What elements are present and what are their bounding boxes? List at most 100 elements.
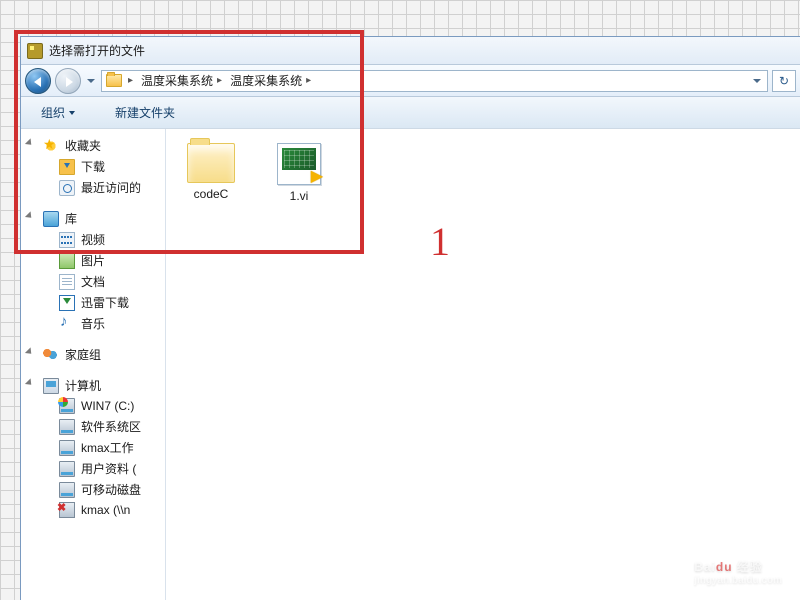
group-label: 家庭组	[65, 346, 101, 363]
network-drive-icon	[59, 502, 75, 518]
watermark-paw-icon	[730, 520, 770, 550]
dialog-body: 收藏夹 下载 最近访问的 库 视频 图片 文档 迅雷下载 音乐	[21, 129, 800, 600]
group-header-favorites[interactable]: 收藏夹	[21, 135, 165, 156]
sidebar-item-label: 可移动磁盘	[81, 481, 141, 498]
sidebar-item-drive-user[interactable]: 用户资料 (	[21, 458, 165, 479]
watermark-text: du	[716, 560, 733, 574]
file-open-dialog: 选择需打开的文件 ▸ 温度采集系统 ▸ 温度采集系统 ▸ ↻ 组织 新建文件夹 收藏…	[20, 36, 800, 600]
group-header-computer[interactable]: 计算机	[21, 375, 165, 396]
refresh-icon: ↻	[779, 74, 789, 88]
group-favorites: 收藏夹 下载 最近访问的	[21, 135, 165, 198]
group-label: 收藏夹	[65, 137, 101, 154]
sidebar-item-music[interactable]: 音乐	[21, 313, 165, 334]
watermark-text: 经验	[737, 560, 763, 574]
app-icon	[27, 43, 43, 59]
address-bar[interactable]: ▸ 温度采集系统 ▸ 温度采集系统 ▸	[101, 70, 768, 92]
vi-file-icon	[277, 143, 321, 185]
sidebar-item-label: 视频	[81, 231, 105, 248]
breadcrumb-label: 温度采集系统	[141, 72, 213, 89]
sidebar-item-video[interactable]: 视频	[21, 229, 165, 250]
recent-icon	[59, 180, 75, 196]
sidebar-item-label: 软件系统区	[81, 418, 141, 435]
drive-icon	[59, 398, 75, 414]
sidebar-item-drive-soft[interactable]: 软件系统区	[21, 416, 165, 437]
group-header-libraries[interactable]: 库	[21, 208, 165, 229]
sidebar-item-label: WIN7 (C:)	[81, 399, 134, 413]
drive-icon	[59, 440, 75, 456]
group-homegroup: 家庭组	[21, 344, 165, 365]
chevron-right-icon: ▸	[217, 75, 222, 86]
sidebar-item-label: 音乐	[81, 315, 105, 332]
forward-button[interactable]	[55, 68, 81, 94]
chevron-down-icon	[69, 111, 75, 115]
computer-icon	[43, 378, 59, 394]
watermark: Baidu 经验 jingyan.baidu.com	[694, 558, 782, 586]
sidebar-item-label: 下载	[81, 158, 105, 175]
sidebar-item-drive-c[interactable]: WIN7 (C:)	[21, 396, 165, 416]
expand-icon	[25, 138, 34, 147]
toolbar-label: 组织	[41, 104, 65, 121]
group-label: 计算机	[65, 377, 101, 394]
sidebar-item-recent[interactable]: 最近访问的	[21, 177, 165, 198]
sidebar-item-label: kmax (\\n	[81, 503, 130, 517]
sidebar-item-drive-kmax[interactable]: kmax工作	[21, 437, 165, 458]
sidebar-item-pictures[interactable]: 图片	[21, 250, 165, 271]
breadcrumb-seg2[interactable]: 温度采集系统 ▸	[228, 72, 313, 89]
download-icon	[59, 159, 75, 175]
picture-icon	[59, 253, 75, 269]
star-icon	[43, 138, 59, 154]
sidebar-item-label: 最近访问的	[81, 179, 141, 196]
sidebar-item-downloads[interactable]: 下载	[21, 156, 165, 177]
navigation-bar: ▸ 温度采集系统 ▸ 温度采集系统 ▸ ↻	[21, 65, 800, 97]
titlebar: 选择需打开的文件	[21, 37, 800, 65]
refresh-button[interactable]: ↻	[773, 71, 795, 91]
drive-icon	[59, 419, 75, 435]
folder-icon	[106, 74, 122, 87]
video-icon	[59, 232, 75, 248]
watermark-text: Bai	[694, 560, 716, 574]
back-button[interactable]	[25, 68, 51, 94]
toolbar: 组织 新建文件夹	[21, 97, 800, 129]
music-icon	[59, 316, 75, 332]
file-item-folder[interactable]: codeC	[176, 143, 246, 201]
address-dropdown[interactable]	[751, 69, 763, 93]
group-computer: 计算机 WIN7 (C:) 软件系统区 kmax工作 用户资料 ( 可移动磁盘 …	[21, 375, 165, 520]
library-icon	[43, 211, 59, 227]
folder-icon	[187, 143, 235, 183]
breadcrumb-label: 温度采集系统	[230, 72, 302, 89]
sidebar-item-xunlei[interactable]: 迅雷下载	[21, 292, 165, 313]
group-header-homegroup[interactable]: 家庭组	[21, 344, 165, 365]
xunlei-icon	[59, 295, 75, 311]
sidebar-item-label: 文档	[81, 273, 105, 290]
refresh-group: ↻	[772, 70, 796, 92]
sidebar-item-label: kmax工作	[81, 439, 134, 456]
chevron-right-icon: ▸	[306, 75, 311, 86]
history-dropdown[interactable]	[85, 69, 97, 93]
homegroup-icon	[43, 347, 59, 363]
breadcrumb-seg1[interactable]: 温度采集系统 ▸	[139, 72, 224, 89]
expand-icon	[25, 211, 34, 220]
expand-icon	[25, 378, 34, 387]
sidebar-item-label: 用户资料 (	[81, 460, 136, 477]
file-label: 1.vi	[290, 189, 309, 203]
group-libraries: 库 视频 图片 文档 迅雷下载 音乐	[21, 208, 165, 334]
drive-icon	[59, 482, 75, 498]
drive-icon	[59, 461, 75, 477]
chevron-right-icon: ▸	[128, 75, 133, 86]
sidebar-item-label: 图片	[81, 252, 105, 269]
watermark-sub: jingyan.baidu.com	[694, 575, 782, 586]
sidebar-item-documents[interactable]: 文档	[21, 271, 165, 292]
nav-sidebar: 收藏夹 下载 最近访问的 库 视频 图片 文档 迅雷下载 音乐	[21, 129, 166, 600]
group-label: 库	[65, 210, 77, 227]
file-list-pane[interactable]: codeC 1.vi	[166, 129, 800, 600]
file-item-vi[interactable]: 1.vi	[264, 143, 334, 203]
toolbar-label: 新建文件夹	[115, 104, 175, 121]
sidebar-item-drive-network[interactable]: kmax (\\n	[21, 500, 165, 520]
window-title: 选择需打开的文件	[49, 42, 145, 59]
sidebar-item-drive-removable[interactable]: 可移动磁盘	[21, 479, 165, 500]
chevron-down-icon	[753, 79, 761, 83]
breadcrumb-sep[interactable]: ▸	[126, 75, 135, 86]
organize-button[interactable]: 组织	[33, 100, 83, 125]
annotation-number: 1	[430, 218, 450, 265]
new-folder-button[interactable]: 新建文件夹	[107, 100, 183, 125]
